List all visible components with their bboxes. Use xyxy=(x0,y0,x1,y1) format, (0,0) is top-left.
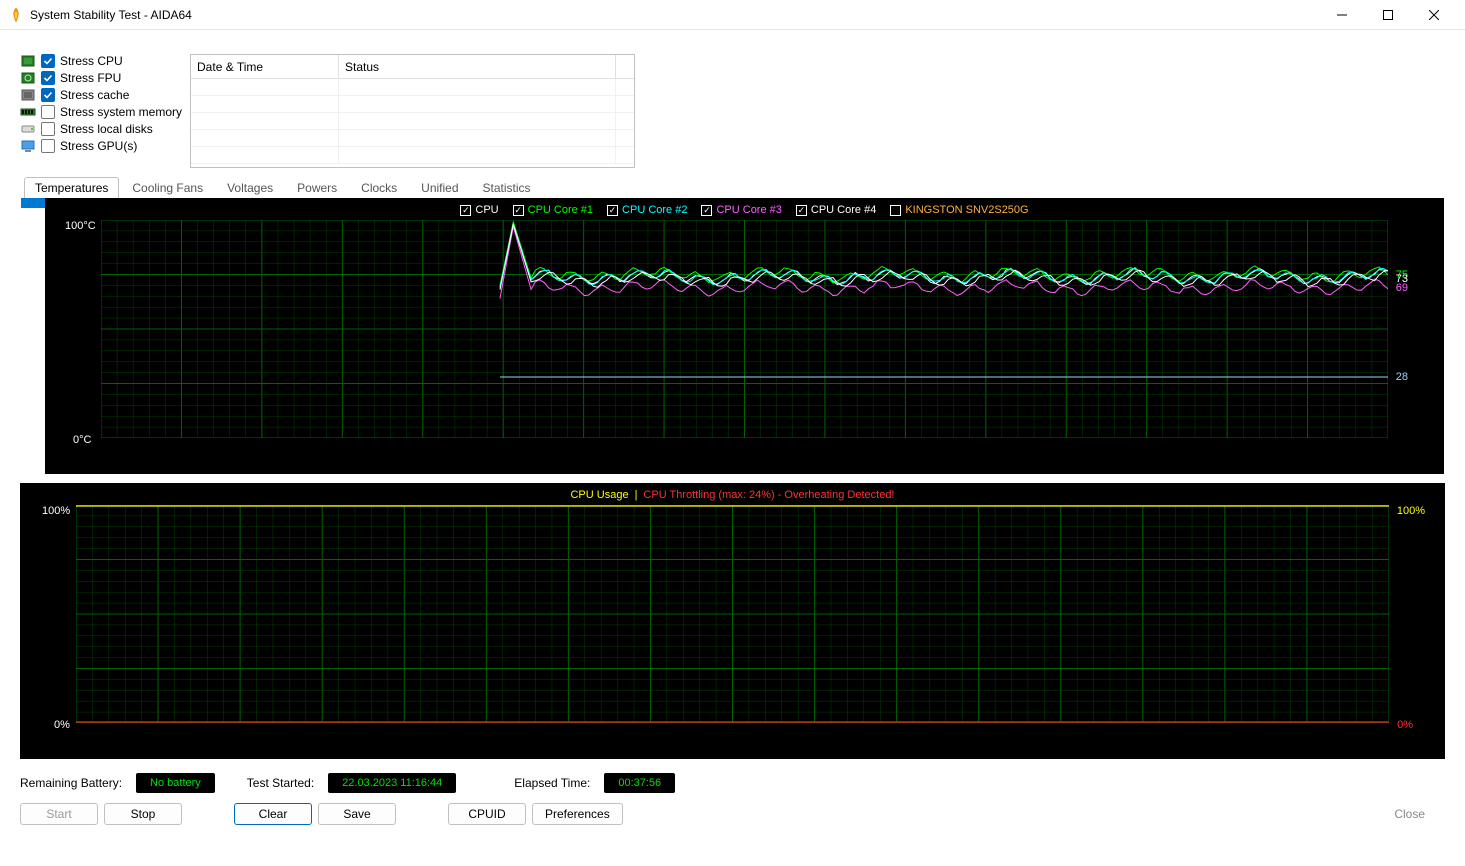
tab-statistics[interactable]: Statistics xyxy=(472,177,542,198)
device-icon xyxy=(20,122,36,136)
usage-right-min: 0% xyxy=(1397,719,1413,731)
stress-label: Stress FPU xyxy=(60,71,121,85)
checkbox[interactable] xyxy=(41,54,55,68)
legend-checkbox[interactable] xyxy=(796,205,807,216)
legend-item[interactable]: KINGSTON SNV2S250G xyxy=(890,204,1028,216)
table-row xyxy=(191,79,634,96)
save-button[interactable]: Save xyxy=(318,803,396,825)
tab-cooling-fans[interactable]: Cooling Fans xyxy=(121,177,214,198)
close-button[interactable] xyxy=(1411,0,1457,30)
tabs: TemperaturesCooling FansVoltagesPowersCl… xyxy=(0,176,1465,197)
cpu-usage-label: CPU Usage xyxy=(570,489,628,501)
table-row xyxy=(191,130,634,147)
minimize-button[interactable] xyxy=(1319,0,1365,30)
button-bar: Start Stop Clear Save CPUID Preferences … xyxy=(0,799,1465,833)
stress-option: Stress local disks xyxy=(20,122,182,136)
log-table[interactable]: Date & Time Status xyxy=(190,54,635,168)
battery-label: Remaining Battery: xyxy=(20,776,122,790)
usage-ymin-label: 0% xyxy=(54,719,70,731)
elapsed-label: Elapsed Time: xyxy=(514,776,590,790)
titlebar: System Stability Test - AIDA64 xyxy=(0,0,1465,30)
stress-label: Stress CPU xyxy=(60,54,123,68)
clear-button[interactable]: Clear xyxy=(234,803,312,825)
legend-checkbox[interactable] xyxy=(701,205,712,216)
tab-powers[interactable]: Powers xyxy=(286,177,348,198)
stress-label: Stress local disks xyxy=(60,122,153,136)
device-icon xyxy=(20,88,36,102)
legend-checkbox[interactable] xyxy=(460,205,471,216)
start-button[interactable]: Start xyxy=(20,803,98,825)
table-row xyxy=(191,147,634,164)
legend-item[interactable]: CPU xyxy=(460,204,498,216)
tab-temperatures[interactable]: Temperatures xyxy=(24,177,119,198)
graph-side-strip xyxy=(21,198,45,474)
legend-item[interactable]: CPU Core #2 xyxy=(607,204,687,216)
temp-ymax-label: 100°C xyxy=(65,220,96,232)
device-icon xyxy=(20,54,36,68)
usage-ymax-label: 100% xyxy=(42,505,70,517)
temp-right-value: 69 xyxy=(1396,282,1408,294)
device-icon xyxy=(20,105,36,119)
log-col-status[interactable]: Status xyxy=(339,55,616,78)
preferences-button[interactable]: Preferences xyxy=(532,803,623,825)
stress-option: Stress system memory xyxy=(20,105,182,119)
window-controls xyxy=(1319,0,1457,30)
maximize-button[interactable] xyxy=(1365,0,1411,30)
table-row xyxy=(191,113,634,130)
checkbox[interactable] xyxy=(41,71,55,85)
legend-item[interactable]: CPU Core #3 xyxy=(701,204,781,216)
elapsed-value: 00:37:56 xyxy=(604,773,675,793)
test-started-label: Test Started: xyxy=(247,776,314,790)
stress-label: Stress system memory xyxy=(60,105,182,119)
device-icon xyxy=(20,139,36,153)
log-col-date[interactable]: Date & Time xyxy=(191,55,339,78)
temp-chart-legend: CPU CPU Core #1 CPU Core #2 CPU Core #3 CPU … xyxy=(101,204,1388,216)
stop-button[interactable]: Stop xyxy=(104,803,182,825)
stress-option: Stress FPU xyxy=(20,71,182,85)
window-title: System Stability Test - AIDA64 xyxy=(30,8,192,22)
usage-chart-legend: CPU Usage | CPU Throttling (max: 24%) - … xyxy=(76,489,1389,501)
battery-value: No battery xyxy=(136,773,215,793)
legend-checkbox[interactable] xyxy=(513,205,524,216)
legend-checkbox[interactable] xyxy=(607,205,618,216)
temperature-chart: CPU CPU Core #1 CPU Core #2 CPU Core #3 CPU … xyxy=(45,198,1444,474)
tab-voltages[interactable]: Voltages xyxy=(216,177,284,198)
stress-label: Stress cache xyxy=(60,88,129,102)
tab-clocks[interactable]: Clocks xyxy=(350,177,408,198)
stress-option: Stress cache xyxy=(20,88,182,102)
status-bar: Remaining Battery: No battery Test Start… xyxy=(0,759,1465,799)
stress-option: Stress CPU xyxy=(20,54,182,68)
cpu-throttling-label: CPU Throttling (max: 24%) - Overheating … xyxy=(643,489,894,501)
stress-label: Stress GPU(s) xyxy=(60,139,137,153)
checkbox[interactable] xyxy=(41,139,55,153)
usage-right-max: 100% xyxy=(1397,505,1425,517)
checkbox[interactable] xyxy=(41,88,55,102)
temp-ymin-label: 0°C xyxy=(73,434,91,446)
stress-options: Stress CPU Stress FPU Stress cache Stres… xyxy=(20,54,182,168)
stress-option: Stress GPU(s) xyxy=(20,139,182,153)
cpuid-button[interactable]: CPUID xyxy=(448,803,526,825)
table-row xyxy=(191,96,634,113)
close-link[interactable]: Close xyxy=(1394,807,1425,821)
legend-checkbox[interactable] xyxy=(890,205,901,216)
app-icon xyxy=(8,7,24,23)
tab-unified[interactable]: Unified xyxy=(410,177,469,198)
checkbox[interactable] xyxy=(41,122,55,136)
legend-item[interactable]: CPU Core #4 xyxy=(796,204,876,216)
temp-right-value: 28 xyxy=(1396,371,1408,383)
test-started-value: 22.03.2023 11:16:44 xyxy=(328,773,456,793)
legend-item[interactable]: CPU Core #1 xyxy=(513,204,593,216)
device-icon xyxy=(20,71,36,85)
checkbox[interactable] xyxy=(41,105,55,119)
cpu-usage-chart: CPU Usage | CPU Throttling (max: 24%) - … xyxy=(20,483,1445,759)
